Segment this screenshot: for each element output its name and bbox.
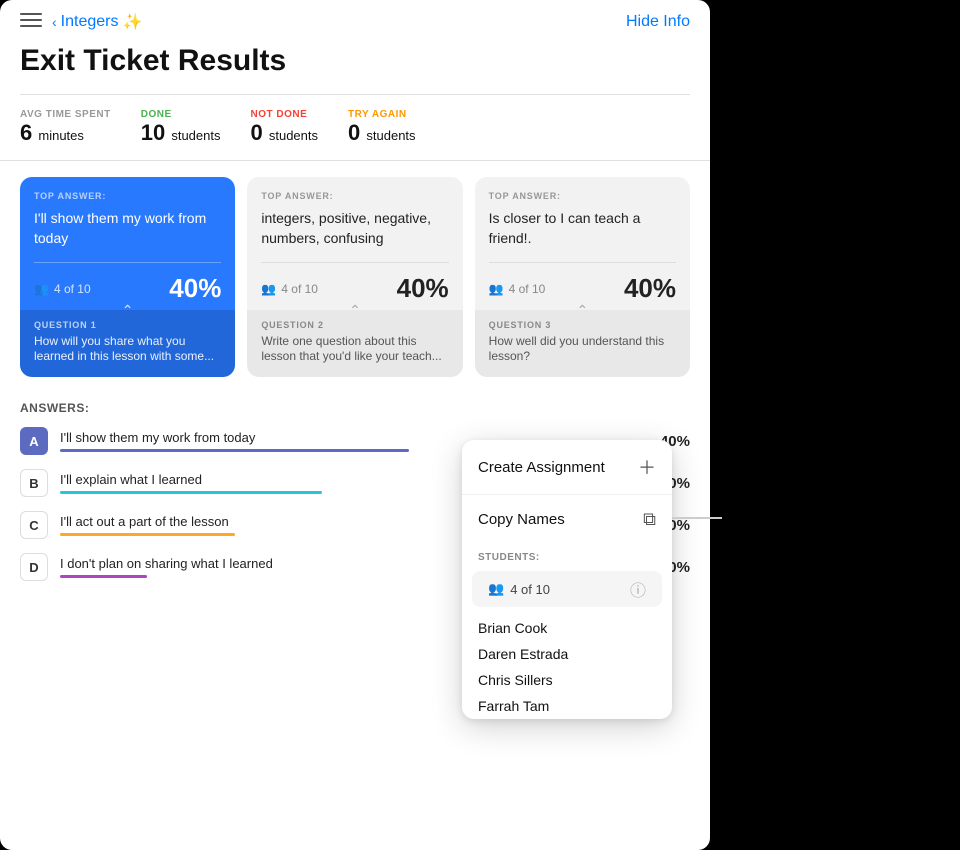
card2-answer: integers, positive, negative, numbers, c… [261,209,448,248]
card2-question-section: ⌃ QUESTION 2 Write one question about th… [247,310,462,377]
answer-letter-b: B [20,469,48,497]
create-assignment-label: Create Assignment [478,459,605,476]
plus-icon: ＋ [638,454,656,480]
card3-top-label: TOP ANSWER: [489,191,676,201]
back-label: Integers [61,13,119,31]
answer-letter-d: D [20,553,48,581]
card1-question-section: ⌃ QUESTION 1 How will you share what you… [20,310,235,377]
header: ‹ Integers ✨ Hide Info [0,0,710,40]
card3-question-section: ⌃ QUESTION 3 How well did you understand… [475,310,690,377]
card2-students: 👥 4 of 10 [261,282,318,296]
question-card-3[interactable]: TOP ANSWER: Is closer to I can teach a f… [475,177,690,377]
card2-question-text: Write one question about this lesson tha… [261,334,448,365]
notdone-label: NOT DONE [250,109,318,120]
popup-connector-line [672,517,722,519]
card1-question-num: QUESTION 1 [34,320,221,330]
page-title: Exit Ticket Results [0,40,710,94]
popup-menu: Create Assignment ＋ Copy Names ⧉ STUDENT… [462,440,672,719]
card1-question-text: How will you share what you learned in t… [34,334,221,365]
hide-info-button[interactable]: Hide Info [626,13,690,31]
card1-students: 👥 4 of 10 [34,282,91,296]
card3-question-num: QUESTION 3 [489,320,676,330]
card3-percent: 40% [624,273,676,304]
question-card-2[interactable]: TOP ANSWER: integers, positive, negative… [247,177,462,377]
card3-question-text: How well did you understand this lesson? [489,334,676,365]
card1-divider [34,262,221,263]
copy-names-button[interactable]: Copy Names ⧉ [462,495,672,544]
tryagain-value: 0 students [348,120,416,146]
student-name-2: Daren Estrada [462,641,672,667]
sidebar-toggle-button[interactable] [20,13,42,31]
chevron-up-icon-1: ⌃ [122,302,134,319]
info-circle-icon[interactable]: ⓘ [630,577,646,601]
answer-bar-c [60,533,235,536]
card3-footer: 👥 4 of 10 40% [489,273,676,304]
answer-bar-a [60,449,409,452]
card2-footer: 👥 4 of 10 40% [261,273,448,304]
answer-bar-b [60,491,322,494]
stat-not-done: NOT DONE 0 students [250,109,318,146]
done-value: 10 students [141,120,221,146]
card2-divider [261,262,448,263]
students-section: STUDENTS: 👥 4 of 10 ⓘ Brian Cook Daren E… [462,544,672,719]
card2-question-num: QUESTION 2 [261,320,448,330]
card2-percent: 40% [397,273,449,304]
copy-icon: ⧉ [643,509,656,530]
chevron-left-icon: ‹ [52,14,57,30]
answer-bar-d [60,575,147,578]
student-name-3: Chris Sillers [462,667,672,693]
chevron-up-icon-2: ⌃ [349,302,361,319]
answers-title: ANSWERS: [20,401,690,415]
stat-avg-time: AVG TIME SPENT 6 minutes [20,109,111,146]
create-assignment-button[interactable]: Create Assignment ＋ [462,440,672,495]
students-count: 👥 4 of 10 [488,581,550,597]
header-left: ‹ Integers ✨ [20,12,142,32]
people-icon-2: 👥 [261,282,276,296]
sparkle-icon: ✨ [122,12,142,32]
avg-time-value: 6 minutes [20,120,111,146]
chevron-up-icon-3: ⌃ [576,302,588,319]
student-name-4: Farrah Tam [462,693,672,719]
answer-letter-a: A [20,427,48,455]
stats-bar: AVG TIME SPENT 6 minutes DONE 10 student… [0,95,710,161]
stat-done: DONE 10 students [141,109,221,146]
people-icon-students: 👥 [488,581,504,597]
students-header: STUDENTS: [462,548,672,571]
card3-divider [489,262,676,263]
student-name-1: Brian Cook [462,615,672,641]
students-count-row: 👥 4 of 10 ⓘ [472,571,662,607]
question-card-1[interactable]: TOP ANSWER: I'll show them my work from … [20,177,235,377]
notdone-value: 0 students [250,120,318,146]
people-icon-3: 👥 [489,282,504,296]
cards-row: TOP ANSWER: I'll show them my work from … [0,161,710,389]
tryagain-label: TRY AGAIN [348,109,416,120]
back-button[interactable]: ‹ Integers ✨ [52,12,142,32]
card3-answer: Is closer to I can teach a friend!. [489,209,676,248]
answer-letter-c: C [20,511,48,539]
copy-names-label: Copy Names [478,511,565,528]
avg-time-label: AVG TIME SPENT [20,109,111,120]
card3-students: 👥 4 of 10 [489,282,546,296]
stat-try-again: TRY AGAIN 0 students [348,109,416,146]
people-icon: 👥 [34,282,49,296]
done-label: DONE [141,109,221,120]
card1-footer: 👥 4 of 10 40% [34,273,221,304]
card2-top-label: TOP ANSWER: [261,191,448,201]
card1-percent: 40% [169,273,221,304]
card1-answer: I'll show them my work from today [34,209,221,248]
main-panel: ‹ Integers ✨ Hide Info Exit Ticket Resul… [0,0,710,850]
card1-top-label: TOP ANSWER: [34,191,221,201]
